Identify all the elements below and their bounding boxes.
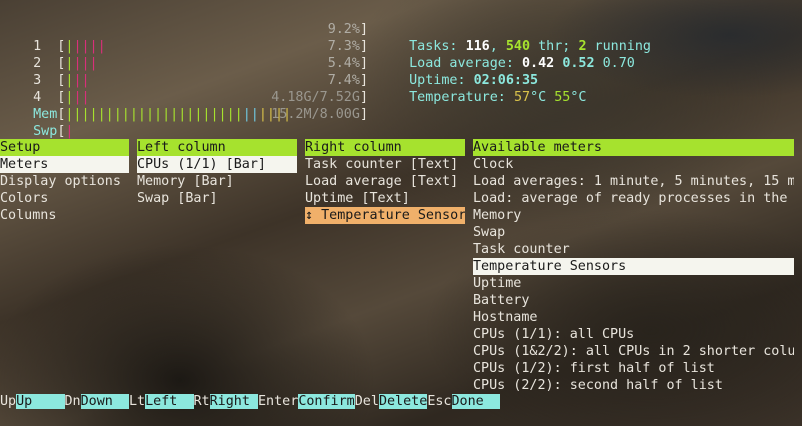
available-item-uptime[interactable]: Uptime [473,275,521,292]
cpu-meter-1: 1 [||||| [33,39,106,54]
footer-label-up[interactable]: Up [16,394,65,409]
right-column-item-task-counter[interactable]: Task counter [Text] [305,156,458,173]
cpu-2-percent: 7.3%] [327,39,368,54]
setup-item-meters[interactable]: Meters [0,156,129,173]
footer-label-done[interactable]: Done [451,394,500,409]
available-item-load-averages[interactable]: Load averages: 1 minute, 5 minutes, 15 m [473,173,794,190]
uptime-meter: Uptime: 02:06:35 [393,55,538,88]
swap-meter: Swp[| [33,124,74,139]
available-item-clock[interactable]: Clock [473,156,513,173]
right-column-header: Right column [305,139,465,156]
temperature-2: 55 [554,90,571,105]
footer-key-down[interactable]: Dn [65,394,81,409]
swap-value: 15.2M/8.00G] [271,107,368,122]
memory-value: 4.18G/7.52G] [271,90,368,105]
temperature-unit: °C [530,90,555,105]
left-column-item-swap[interactable]: Swap [Bar] [137,190,218,207]
footer-key-right[interactable]: Rt [194,394,210,409]
available-item-swap[interactable]: Swap [473,224,505,241]
cpu-meter-3: 3 [||| [33,73,90,88]
available-item-battery[interactable]: Battery [473,292,529,309]
task-counter-meter: Tasks: 116, 540 thr; 2 running [393,21,651,54]
cpu-meter-4: 4 [||| [33,90,90,105]
memory-bar-used: |||||||||||||||||||||| [65,107,243,122]
load-5min: 0.52 [562,56,595,71]
swap-bar-used: | [65,124,74,139]
load-average-meter: Load average: 0.42 0.52 0.70 [393,38,635,71]
swap-label: Swp [33,124,58,139]
footer-key-up[interactable]: Up [0,394,16,409]
setup-header: Setup [0,139,129,156]
left-column-item-cpus[interactable]: CPUs (1/1) [Bar] [137,156,297,173]
right-column-item-uptime[interactable]: Uptime [Text] [305,190,410,207]
function-bar: UpUp DnDown LtLeft RtRight EnterConfirmD… [0,393,802,410]
footer-label-down[interactable]: Down [80,394,129,409]
available-item-temperature-sensors[interactable]: Temperature Sensors [473,258,794,275]
footer-key-delete[interactable]: Del [355,394,379,409]
setup-item-colors[interactable]: Colors [0,190,48,207]
temperature-label: Temperature: [409,90,514,105]
right-column-item-load-average[interactable]: Load average [Text] [305,173,458,190]
load-15min: 0.70 [602,56,635,71]
available-item-cpus-first-half[interactable]: CPUs (1/2): first half of list [473,360,715,377]
setup-item-display-options[interactable]: Display options [0,173,121,190]
cpu-meter-2: 2 [|||| [33,56,98,71]
temperature-meter: Temperature: 57°C 55°C [393,72,586,105]
available-item-cpus-all[interactable]: CPUs (1/1): all CPUs [473,326,634,343]
memory-meter: Mem[|||||||||||||||||||||||||||| [33,107,292,122]
temperature-unit: °C [570,90,587,105]
available-item-cpus-two-columns[interactable]: CPUs (1&2/2): all CPUs in 2 shorter colu [473,343,794,360]
temperature-1: 57 [513,90,531,105]
footer-key-left[interactable]: Lt [129,394,145,409]
available-item-task-counter[interactable]: Task counter [473,241,570,258]
right-column-item-temperature-sensor[interactable]: ↕ Temperature Sensor [305,207,465,224]
cpu-3-percent: 5.4%] [327,56,368,71]
footer-label-left[interactable]: Left [145,394,194,409]
footer-label-delete[interactable]: Delete [378,394,428,409]
cpu-1-percent: 9.2%] [327,22,368,37]
cpu-4-percent: 7.4%] [327,73,368,88]
footer-key-escape[interactable]: Esc [427,394,451,409]
available-item-hostname[interactable]: Hostname [473,309,538,326]
left-column-item-memory[interactable]: Memory [Bar] [137,173,234,190]
memory-bar-buffers: || [242,107,259,122]
available-meters-header: Available meters [473,139,794,156]
available-item-load[interactable]: Load: average of ready processes in the [473,190,794,207]
available-item-memory[interactable]: Memory [473,207,521,224]
available-item-cpus-second-half[interactable]: CPUs (2/2): second half of list [473,377,723,394]
footer-label-confirm[interactable]: Confirm [298,394,355,409]
setup-item-columns[interactable]: Columns [0,207,56,224]
footer-key-enter[interactable]: Enter [258,394,298,409]
left-column-header: Left column [137,139,297,156]
footer-label-right[interactable]: Right [209,394,258,409]
